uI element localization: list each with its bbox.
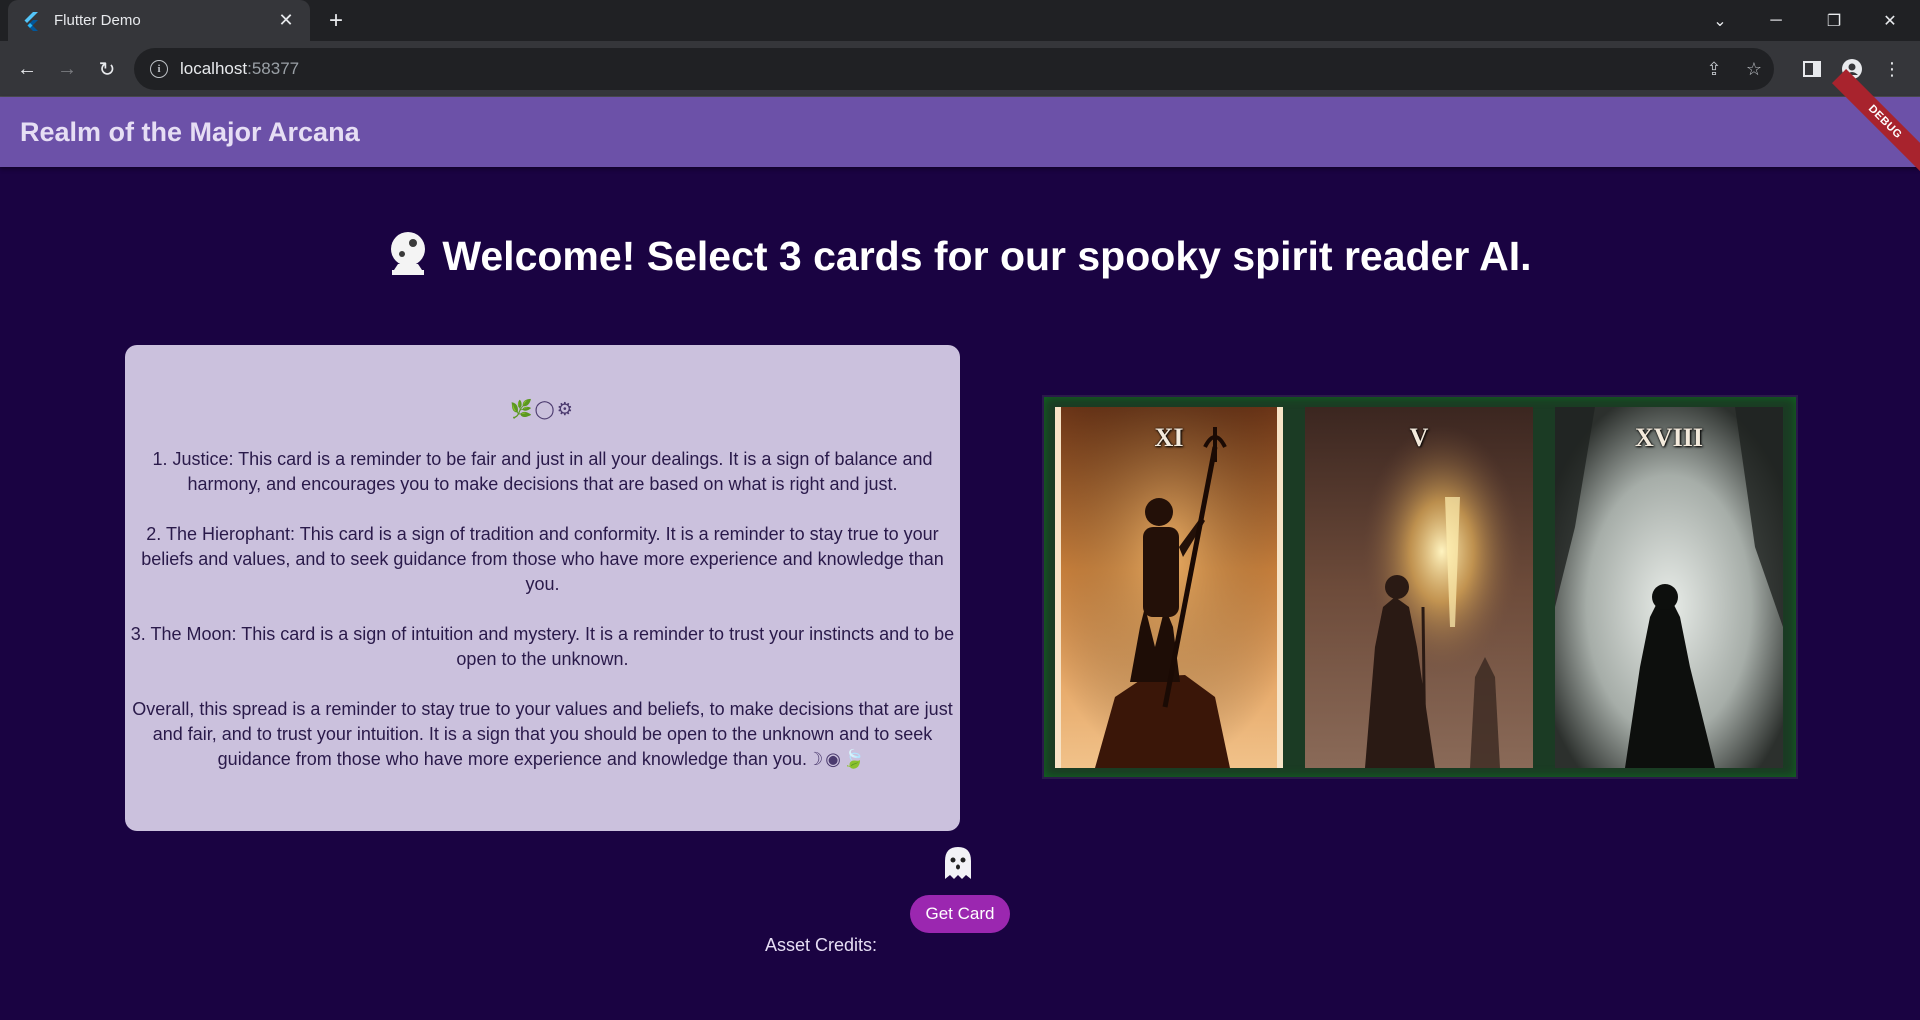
selected-cards: XI V XVIII [1044,397,1796,777]
ghost-icon [945,847,971,879]
new-tab-icon[interactable]: + [322,8,350,34]
headline-text: Welcome! Select 3 cards for our spooky s… [442,233,1532,279]
side-panel-icon[interactable] [1796,53,1828,85]
browser-toolbar: ← → ↻ i localhost:58377 ⇪ ☆ ⋮ [0,41,1920,97]
share-icon[interactable]: ⇪ [1694,48,1734,90]
get-card-button[interactable]: Get Card [910,895,1010,933]
reading-panel: 🌿◯⚙ 1. Justice: This card is a reminder … [125,345,960,831]
tab-title: Flutter Demo [54,12,141,29]
tarot-card-justice[interactable]: XI [1055,407,1283,768]
app-bar: Realm of the Major Arcana [0,97,1920,167]
card-numeral: XI [1154,423,1184,452]
reading-symbols-end: ☽◉🍃 [807,749,868,770]
minimize-icon[interactable]: ─ [1748,0,1804,41]
crystal-ball-icon [388,230,428,276]
card-numeral: V [1409,423,1429,452]
browser-tabbar: Flutter Demo ✕ + ⌄ ─ ❐ ✕ [0,0,1920,41]
moon-card-art [1555,407,1783,768]
close-tab-icon[interactable]: ✕ [276,10,296,31]
justice-card-art [1055,407,1283,768]
tarot-card-hierophant[interactable]: V [1305,407,1533,768]
reading-card-3: 3. The Moon: This card is a sign of intu… [130,624,955,669]
url-port: :58377 [247,59,300,78]
tab-search-icon[interactable]: ⌄ [1692,0,1748,41]
reload-icon[interactable]: ↻ [91,53,123,85]
reading-card-1: 1. Justice: This card is a reminder to b… [152,449,933,494]
back-icon[interactable]: ← [11,53,43,85]
restore-icon[interactable]: ❐ [1806,0,1862,41]
app-title: Realm of the Major Arcana [20,117,360,147]
reading-symbols-top: 🌿◯⚙ [510,399,575,420]
reading-summary: Overall, this spread is a reminder to st… [129,697,956,772]
bookmark-star-icon[interactable]: ☆ [1734,48,1774,90]
forward-icon[interactable]: → [51,53,83,85]
asset-credits-label[interactable]: Asset Credits: [765,935,877,956]
more-menu-icon[interactable]: ⋮ [1876,53,1908,85]
hierophant-card-art [1305,407,1533,768]
window-close-icon[interactable]: ✕ [1862,0,1918,41]
flutter-icon [24,11,38,31]
page-headline: Welcome! Select 3 cards for our spooky s… [0,230,1920,280]
browser-tab[interactable]: Flutter Demo ✕ [8,0,310,41]
site-info-icon[interactable]: i [150,60,168,78]
tarot-card-moon[interactable]: XVIII [1555,407,1783,768]
reading-card-2: 2. The Hierophant: This card is a sign o… [141,524,944,594]
url-host: localhost [180,59,248,78]
address-bar[interactable]: i localhost:58377 ⇪ ☆ [134,48,1774,90]
card-numeral: XVIII [1635,423,1703,452]
